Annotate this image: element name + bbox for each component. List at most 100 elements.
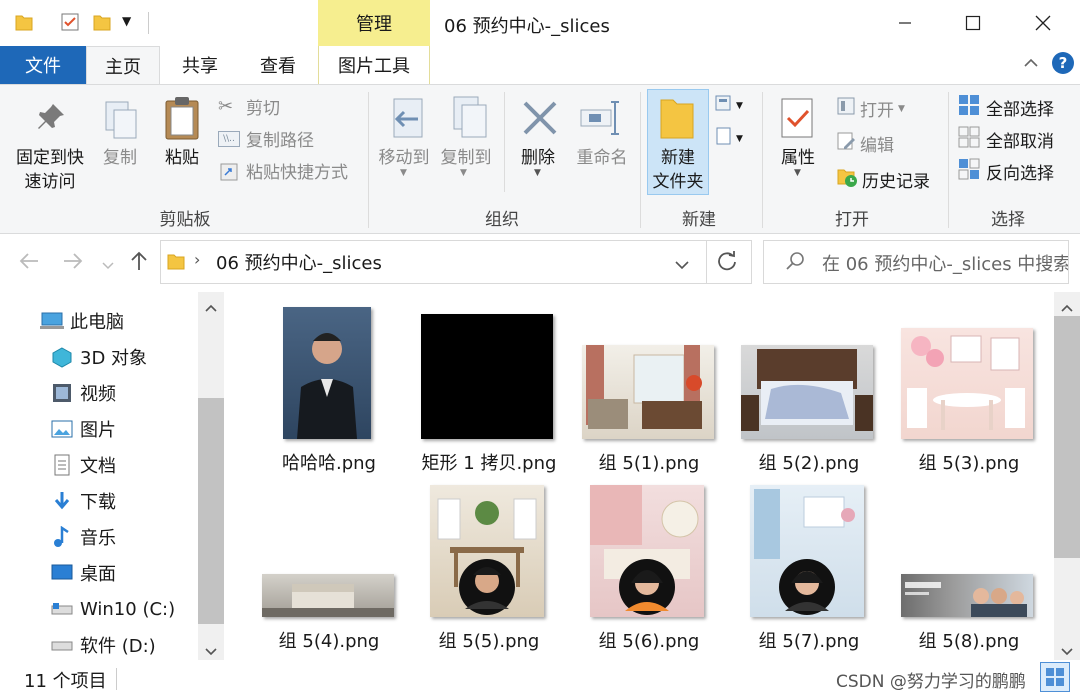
breadcrumb-current[interactable]: 06 预约中心-_slices	[216, 249, 382, 275]
pictures-icon	[50, 418, 74, 440]
maximize-icon	[965, 15, 981, 31]
delete-icon	[518, 96, 562, 140]
window-title: 06 预约中心-_slices	[444, 16, 610, 37]
ribbon-separator	[368, 92, 369, 228]
delete-dropdown-icon[interactable]: ▼	[534, 168, 541, 178]
address-dropdown-icon[interactable]	[674, 256, 690, 276]
copy-button[interactable]: 复制	[94, 146, 146, 170]
scroll-down-icon[interactable]	[204, 642, 218, 662]
nav-3d-objects[interactable]: 3D 对象	[50, 342, 147, 372]
file-name[interactable]: 组 5(5).png	[409, 627, 569, 653]
new-folder-label-1: 新建	[661, 148, 695, 168]
copy-to-dropdown-icon[interactable]: ▼	[460, 168, 467, 178]
nav-music[interactable]: 音乐	[50, 522, 116, 552]
paste-shortcut-button[interactable]: 粘贴快捷方式	[218, 158, 348, 183]
properties-quick-icon[interactable]	[60, 12, 80, 32]
breadcrumb-chevron-icon[interactable]: ›	[194, 250, 200, 269]
cut-button[interactable]: ✂ 剪切	[218, 94, 280, 119]
nav-scrollbar-thumb[interactable]	[198, 398, 224, 624]
manage-context-tab[interactable]: 管理	[318, 0, 430, 46]
file-thumbnail[interactable]	[590, 485, 704, 617]
file-name[interactable]: 组 5(7).png	[729, 627, 889, 653]
close-button[interactable]	[1020, 6, 1066, 40]
nav-pictures[interactable]: 图片	[50, 414, 116, 444]
move-to-dropdown-icon[interactable]: ▼	[400, 168, 407, 178]
ribbon-separator	[762, 92, 763, 228]
tab-picture-tools[interactable]: 图片工具	[318, 46, 430, 84]
minimize-button[interactable]	[882, 6, 928, 40]
open-icon	[836, 96, 856, 121]
nav-item-label: 桌面	[80, 564, 116, 585]
move-to-button[interactable]: 移动到	[374, 146, 434, 170]
file-thumbnail[interactable]	[741, 345, 873, 439]
customize-quick-access-icon[interactable]: ▼	[122, 14, 131, 28]
file-name[interactable]: 组 5(4).png	[249, 627, 409, 653]
forward-icon[interactable]	[62, 250, 84, 277]
up-icon[interactable]	[128, 250, 150, 277]
scroll-up-icon[interactable]	[204, 298, 218, 318]
back-icon[interactable]	[18, 250, 40, 277]
desktop-icon	[50, 562, 74, 584]
new-folder-quick-icon[interactable]	[92, 12, 112, 32]
nav-this-pc[interactable]: 此电脑	[40, 306, 124, 336]
history-button[interactable]: 历史记录	[836, 166, 930, 193]
file-name[interactable]: 组 5(8).png	[889, 627, 1049, 653]
select-all-button[interactable]: 全部选择	[958, 94, 1054, 121]
open-button[interactable]: 打开 ▼	[836, 96, 905, 121]
invert-selection-button[interactable]: 反向选择	[958, 158, 1054, 185]
nav-documents[interactable]: 文档	[50, 450, 116, 480]
properties-dropdown-icon[interactable]: ▼	[794, 168, 801, 178]
file-name[interactable]: 矩形 1 拷贝.png	[409, 449, 569, 475]
3d-objects-icon	[50, 346, 74, 368]
file-thumbnail[interactable]	[901, 574, 1033, 617]
copy-path-icon: \\..	[218, 130, 240, 147]
maximize-button[interactable]	[950, 6, 996, 40]
file-thumbnail[interactable]	[262, 574, 394, 617]
easy-access-button[interactable]: ▼	[714, 126, 743, 151]
file-name[interactable]: 组 5(6).png	[569, 627, 729, 653]
tab-share[interactable]: 共享	[164, 46, 236, 84]
file-thumbnail[interactable]	[430, 485, 544, 617]
file-name[interactable]: 组 5(1).png	[569, 449, 729, 475]
file-thumbnail[interactable]	[421, 314, 553, 439]
scroll-up-icon[interactable]	[1060, 298, 1074, 318]
tab-home[interactable]: 主页	[86, 46, 160, 84]
select-none-button[interactable]: 全部取消	[958, 126, 1054, 153]
ribbon-tab-row	[0, 46, 1080, 84]
tab-file[interactable]: 文件	[0, 46, 86, 84]
pin-to-quick-access-button[interactable]: 固定到快 速访问	[10, 146, 90, 194]
view-large-icons-button[interactable]	[1040, 662, 1070, 692]
collapse-ribbon-icon[interactable]	[1022, 54, 1040, 76]
properties-button[interactable]: 属性	[772, 146, 824, 170]
paste-button[interactable]: 粘贴	[156, 146, 208, 170]
file-thumbnail[interactable]	[283, 307, 371, 439]
copy-to-button[interactable]: 复制到	[436, 146, 496, 170]
refresh-icon[interactable]	[716, 250, 738, 277]
copy-path-button[interactable]: \\.. 复制路径	[218, 126, 314, 151]
paste-icon	[160, 94, 204, 142]
delete-button[interactable]: 删除	[512, 146, 564, 170]
rename-button[interactable]: 重命名	[570, 146, 634, 170]
scroll-down-icon[interactable]	[1060, 642, 1074, 662]
nav-drive-d[interactable]: 软件 (D:)	[50, 630, 156, 660]
file-thumbnail[interactable]	[901, 328, 1033, 439]
file-thumbnail[interactable]	[750, 485, 864, 617]
file-thumbnail[interactable]	[582, 345, 714, 439]
tab-view[interactable]: 查看	[242, 46, 314, 84]
content-scrollbar-thumb[interactable]	[1054, 316, 1080, 558]
edit-label: 编辑	[860, 136, 894, 156]
nav-videos[interactable]: 视频	[50, 378, 116, 408]
ribbon-separator	[640, 92, 641, 228]
nav-downloads[interactable]: 下载	[50, 486, 116, 516]
select-all-label: 全部选择	[986, 100, 1054, 120]
invert-selection-icon	[958, 158, 980, 185]
nav-drive-c[interactable]: Win10 (C:)	[50, 594, 175, 624]
nav-desktop[interactable]: 桌面	[50, 558, 116, 588]
file-name[interactable]: 哈哈哈.png	[249, 449, 409, 475]
file-name[interactable]: 组 5(2).png	[729, 449, 889, 475]
recent-locations-icon[interactable]	[102, 256, 114, 276]
edit-button[interactable]: 编辑	[836, 131, 894, 156]
new-item-button[interactable]: ▼	[714, 94, 743, 117]
help-icon[interactable]: ?	[1052, 52, 1074, 74]
file-name[interactable]: 组 5(3).png	[889, 449, 1049, 475]
